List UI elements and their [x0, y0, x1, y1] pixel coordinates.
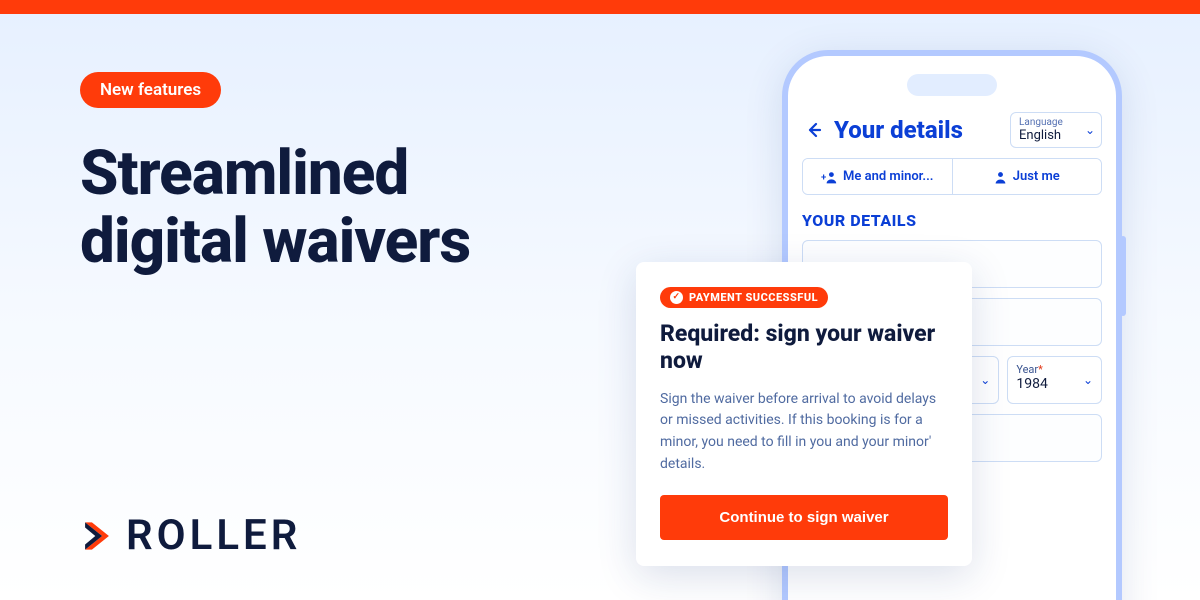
hero-headline: Streamlined digital waivers — [80, 140, 470, 276]
brand-logo: ROLLER — [80, 511, 301, 560]
card-body-text: Sign the waiver before arrival to avoid … — [660, 389, 948, 476]
segment-me-and-minor-label: Me and minor... — [843, 169, 934, 184]
dob-year-field[interactable]: Year* 1984 ⌄ — [1007, 356, 1102, 404]
language-value: English — [1019, 128, 1079, 143]
waiver-prompt-card: ✓ PAYMENT SUCCESSFUL Required: sign your… — [636, 262, 972, 566]
party-segment-control: + Me and minor... Just me — [802, 158, 1102, 195]
status-text: PAYMENT SUCCESSFUL — [689, 291, 818, 304]
segment-just-me[interactable]: Just me — [952, 159, 1102, 194]
chevron-down-icon: ⌄ — [980, 373, 990, 387]
roller-chevron-icon — [80, 519, 114, 553]
headline-line-1: Streamlined — [80, 137, 408, 210]
phone-side-button — [1120, 236, 1126, 316]
payment-status-badge: ✓ PAYMENT SUCCESSFUL — [660, 287, 828, 308]
segment-me-and-minor[interactable]: + Me and minor... — [803, 159, 952, 194]
language-label: Language — [1019, 117, 1079, 128]
feature-badge: New features — [80, 72, 221, 108]
year-label: Year — [1016, 363, 1038, 376]
year-value: 1984 — [1016, 376, 1093, 392]
hero-copy: New features Streamlined digital waivers — [80, 72, 470, 276]
continue-sign-waiver-button[interactable]: Continue to sign waiver — [660, 495, 948, 540]
phone-header: Your details Language English ⌄ — [802, 112, 1102, 148]
brand-wordmark: ROLLER — [126, 511, 301, 560]
top-accent-bar — [0, 0, 1200, 14]
group-add-icon: + — [821, 170, 837, 184]
language-selector[interactable]: Language English ⌄ — [1010, 112, 1102, 148]
card-title: Required: sign your waiver now — [660, 320, 948, 375]
marketing-canvas: New features Streamlined digital waivers… — [0, 0, 1200, 600]
chevron-down-icon: ⌄ — [1083, 373, 1093, 387]
required-asterisk: * — [1038, 363, 1043, 376]
arrow-left-icon — [806, 122, 822, 138]
headline-line-2: digital waivers — [80, 205, 470, 278]
section-heading: YOUR DETAILS — [802, 211, 1102, 230]
page-title: Your details — [834, 116, 1002, 144]
check-circle-icon: ✓ — [670, 291, 683, 304]
svg-text:+: + — [821, 172, 826, 183]
chevron-down-icon: ⌄ — [1085, 123, 1095, 137]
segment-just-me-label: Just me — [1013, 169, 1060, 184]
person-icon — [994, 170, 1007, 184]
back-button[interactable] — [802, 118, 826, 142]
